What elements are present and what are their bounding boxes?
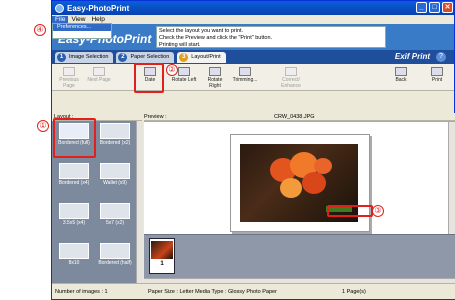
exif-print-logo: Exif Print [394,52,430,61]
date-stamp-highlight [327,205,373,217]
back-arrow-icon [395,67,407,76]
correct-enhance-button[interactable]: Correct/ Enhance [278,66,304,89]
minimize-button[interactable]: _ [416,2,427,13]
tab-layout-print[interactable]: 3 Layout/Print [177,51,226,63]
layout-bordered-x4[interactable]: Bordered (x4) [55,163,93,189]
status-page-count: 1 Page(s) [342,289,366,295]
preview-scrollbar[interactable] [448,122,455,235]
layout-wallet-x9[interactable]: Wallet (x9) [96,163,134,189]
layout-8x10[interactable]: 8x10 [55,243,93,269]
filmstrip-thumbnail[interactable]: 1 [149,238,175,274]
rotate-right-icon [209,67,221,76]
callout-4: ④ [34,24,46,36]
tab-image-selection[interactable]: 1 Image Selection [55,51,114,63]
app-header: Easy-PhotoPrint Select the layout you wa… [52,23,454,50]
menu-bar: File View Help [52,15,454,24]
previous-page-icon [63,67,75,76]
app-icon [55,3,64,13]
printer-icon [431,67,443,76]
tab-paper-selection[interactable]: 2 Paper Selection [116,51,175,63]
trimming-icon [239,67,251,76]
status-paper-info: Paper Size : Letter Media Type : Glossy … [148,289,277,295]
layout-bordered-half[interactable]: Bordered (half) [96,243,134,269]
help-icon[interactable]: ? [436,52,446,62]
status-image-count: Number of images : 1 [55,289,108,295]
callout-2: ② [166,64,178,76]
layout-scrollbar[interactable] [136,121,143,285]
print-button[interactable]: Print [424,66,450,89]
close-button[interactable]: ✕ [442,2,453,13]
back-button[interactable]: Back [388,66,414,89]
layout-5x7-x2[interactable]: 5x7 (x2) [96,203,134,229]
rotate-right-button[interactable]: Rotate Right [202,66,228,89]
previous-page-button[interactable]: Previous Page [56,66,82,89]
next-page-button[interactable]: Next Page [86,66,112,89]
layout-bordered-full-highlight [53,118,96,158]
next-page-icon [93,67,105,76]
window-title: Easy-PhotoPrint [67,3,130,13]
file-menu-dropdown: Preferences... Exit [52,23,112,39]
app-window: Easy-PhotoPrint _ □ ✕ File View Help Eas… [51,0,455,300]
callout-1: ① [37,120,49,132]
preview-area [144,121,455,235]
maximize-button[interactable]: □ [429,2,440,13]
preview-header: Preview : CRW_0438.JPG [144,113,455,121]
trimming-button[interactable]: Trimming... [232,66,258,89]
correct-enhance-icon [285,67,297,76]
preview-filename: CRW_0438.JPG [274,114,315,120]
menu-file[interactable]: File [52,16,69,23]
status-bar: Number of images : 1 Paper Size : Letter… [52,283,455,299]
preview-page [230,134,370,232]
layout-3.5x5-x4[interactable]: 3.5x5 (x4) [55,203,93,229]
menu-item-exit[interactable]: Exit [53,31,111,38]
callout-3: ③ [372,205,384,217]
date-button-highlight [134,63,164,93]
toolbar: Previous Page Next Page Date Rotate Left… [52,64,454,91]
rotate-left-icon [178,67,190,76]
menu-help[interactable]: Help [88,16,107,23]
instruction-text: Select the layout you want to print. Che… [156,26,386,48]
step-tabs: 1 Image Selection 2 Paper Selection 3 Layou… [52,50,454,64]
menu-item-preferences[interactable]: Preferences... [53,24,111,31]
menu-view[interactable]: View [68,16,88,23]
layout-bordered-x2[interactable]: Bordered (x2) [96,123,134,149]
title-bar: Easy-PhotoPrint _ □ ✕ [52,1,454,15]
